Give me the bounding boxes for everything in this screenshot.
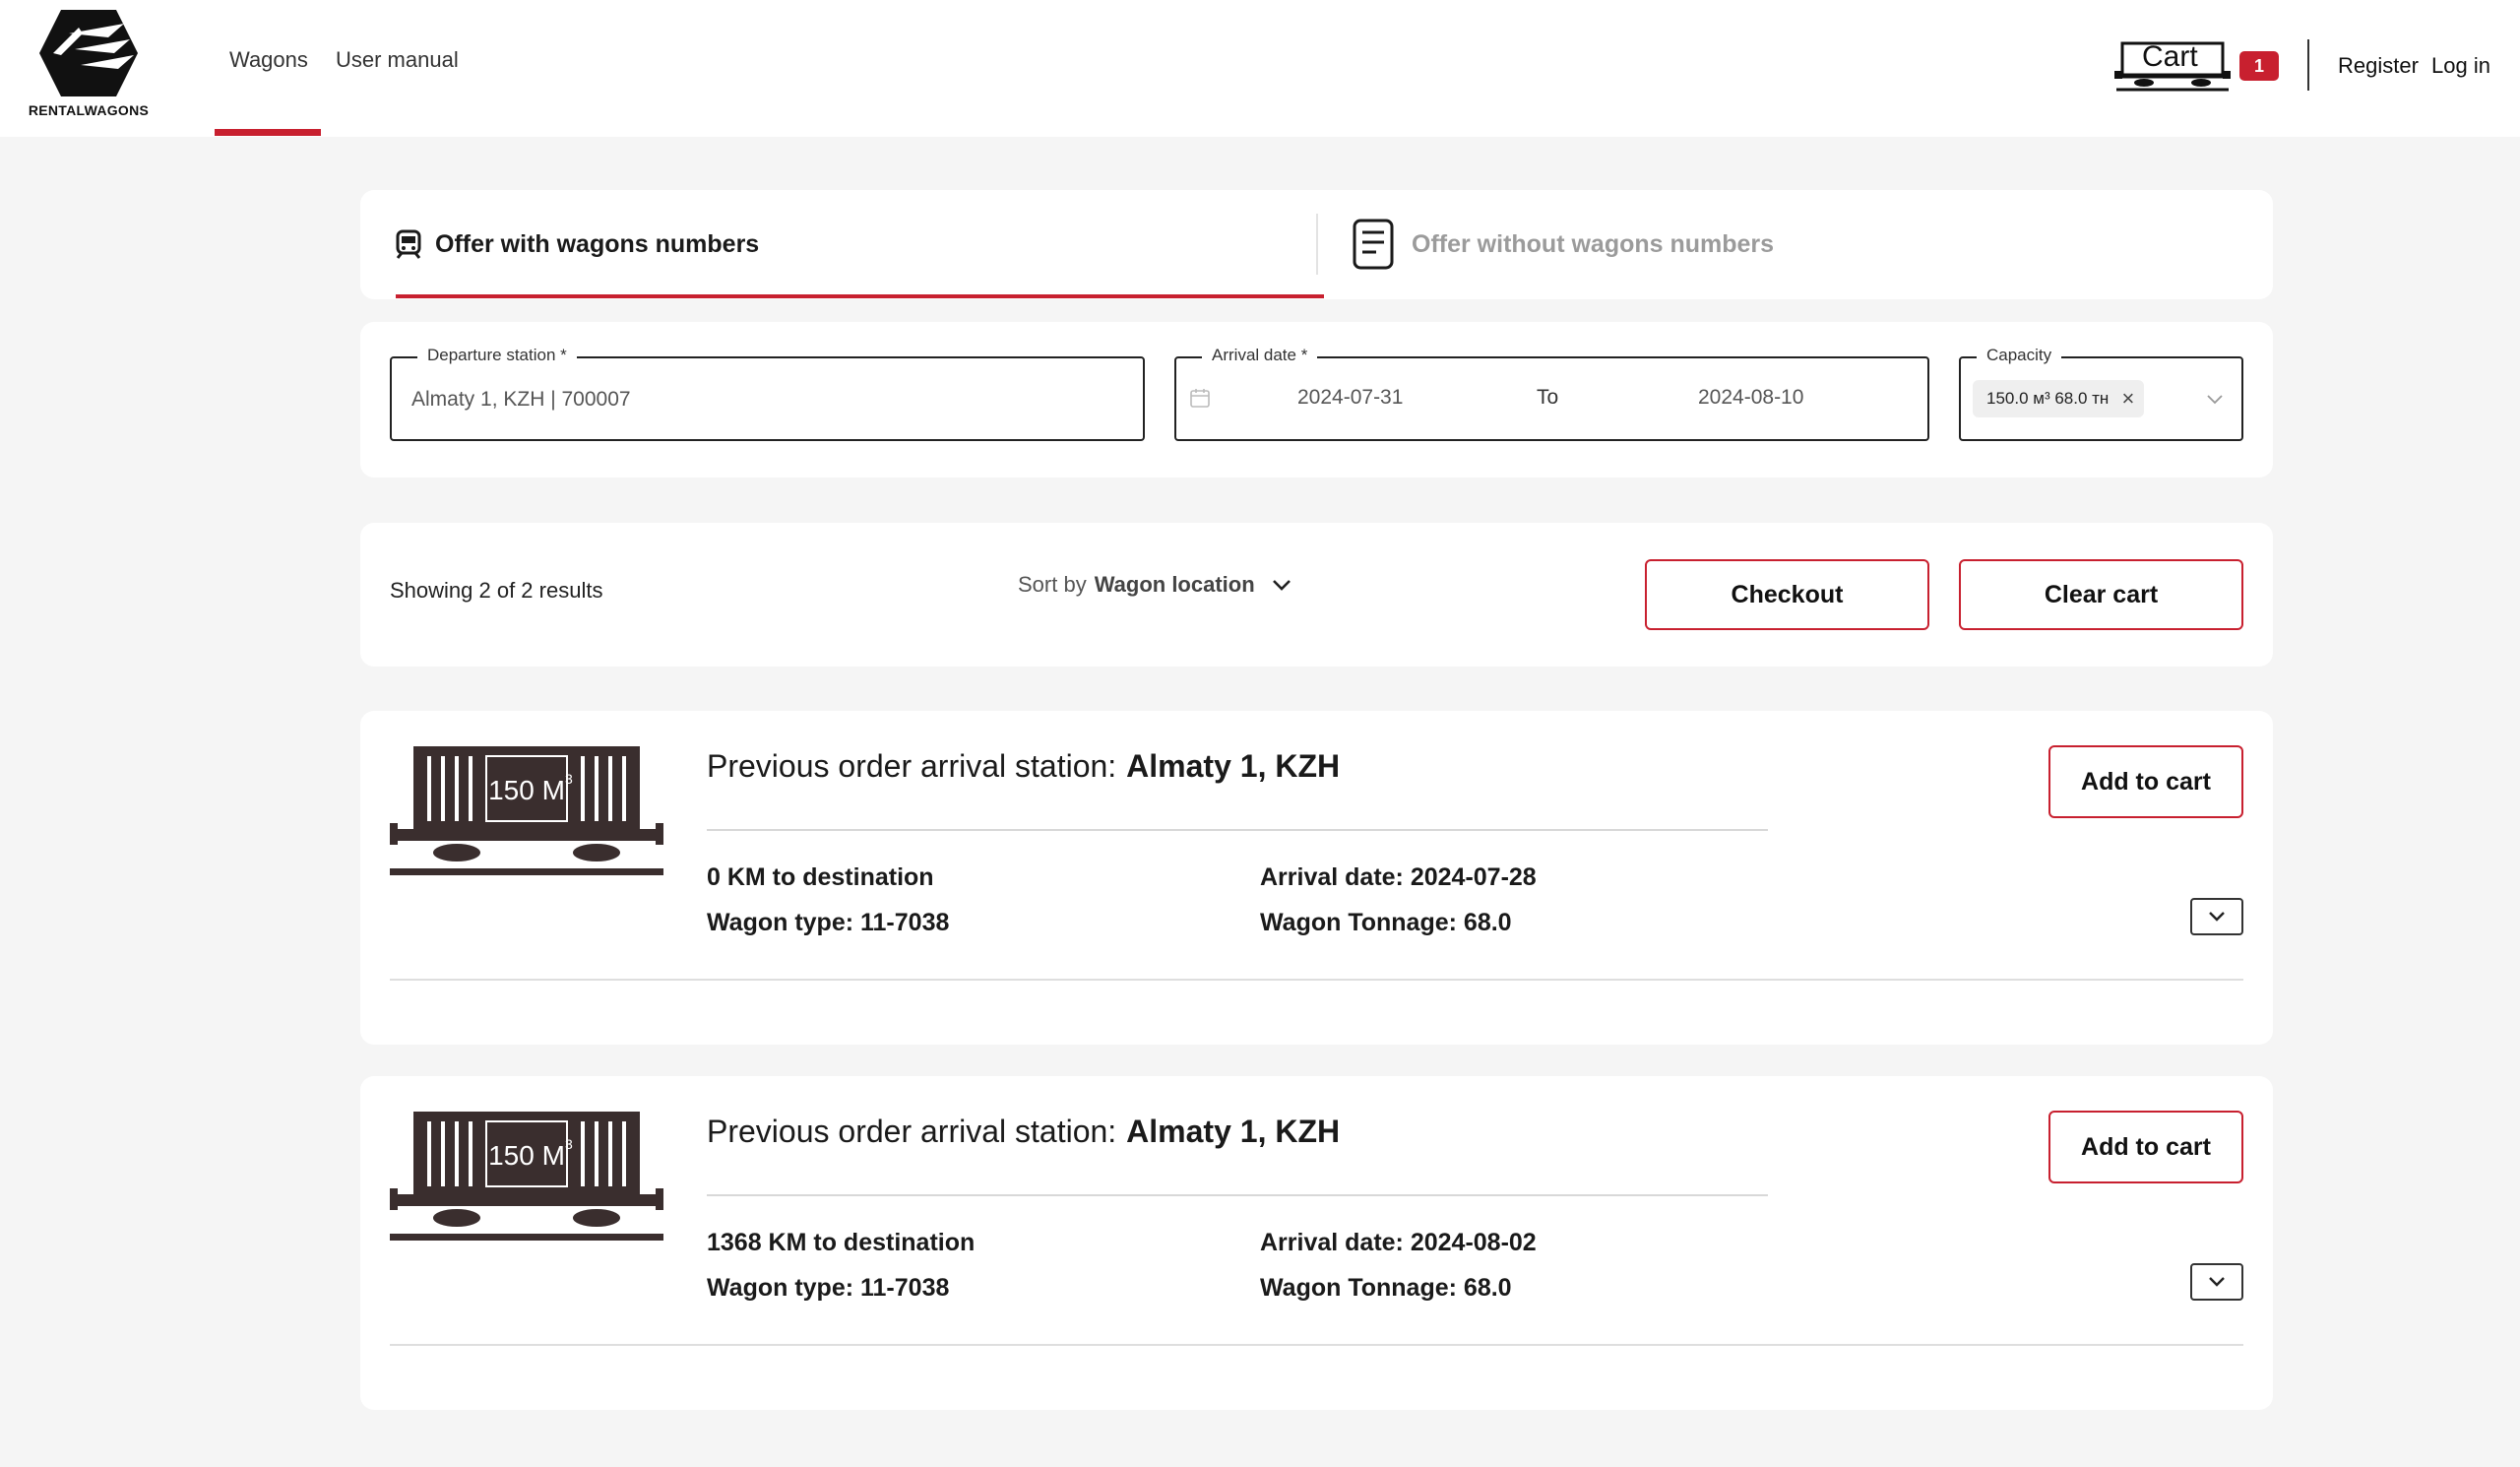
add-to-cart-button[interactable]: Add to cart xyxy=(2048,745,2243,818)
document-icon xyxy=(1353,219,1394,270)
nav-active-indicator xyxy=(215,129,321,136)
tab-offer-with-numbers-label: Offer with wagons numbers xyxy=(435,229,760,258)
wagon-icon: 150 M 3 xyxy=(390,746,663,875)
departure-station-value: Almaty 1, KZH | 700007 xyxy=(411,388,631,411)
capacity-select[interactable]: Capacity 150.0 м³ 68.0 тн × xyxy=(1959,346,2243,441)
clear-cart-button[interactable]: Clear cart xyxy=(1959,559,2243,630)
close-icon[interactable]: × xyxy=(2121,380,2134,417)
checkout-button[interactable]: Checkout xyxy=(1645,559,1929,630)
cart-button[interactable]: Cart xyxy=(2114,37,2231,93)
offer-distance: 0 KM to destination xyxy=(707,863,934,891)
tab-divider xyxy=(1316,214,1318,275)
login-link[interactable]: Log in xyxy=(2431,53,2490,79)
offer-divider xyxy=(707,1194,1768,1196)
train-icon xyxy=(396,229,421,259)
chevron-down-icon xyxy=(2209,1277,2225,1287)
arrival-date-to[interactable]: 2024-08-10 xyxy=(1698,386,1803,410)
offer-wagon-type: Wagon type: 11-7038 xyxy=(707,909,950,936)
calendar-icon xyxy=(1190,389,1210,408)
capacity-chip-label: 150.0 м³ 68.0 тн xyxy=(1986,389,2110,408)
sort-value: Wagon location xyxy=(1094,572,1255,597)
departure-station-label: Departure station * xyxy=(417,346,577,365)
offer-station: Almaty 1, KZH xyxy=(1126,748,1341,784)
sort-prefix: Sort by xyxy=(1018,572,1087,597)
offer-title: Previous order arrival station: Almaty 1,… xyxy=(707,1114,1340,1150)
expand-details-button[interactable] xyxy=(2190,1263,2243,1301)
header-divider xyxy=(2307,39,2309,91)
nav-user-manual[interactable]: User manual xyxy=(336,47,459,73)
offer-tonnage: Wagon Tonnage: 68.0 xyxy=(1260,909,1512,936)
chevron-down-icon xyxy=(2207,395,2223,405)
arrival-date-to-label: To xyxy=(1537,386,1559,409)
tab-active-indicator xyxy=(396,294,1324,298)
arrival-date-field[interactable]: Arrival date * 2024-07-31 To 2024-08-10 xyxy=(1174,346,1929,441)
svg-text:3: 3 xyxy=(565,1136,573,1152)
arrival-date-label: Arrival date * xyxy=(1202,346,1318,365)
nav-wagons[interactable]: Wagons xyxy=(229,47,308,73)
brand-logo[interactable]: RENTALWAGONS xyxy=(28,10,150,120)
departure-station-field[interactable]: Departure station * Almaty 1, KZH | 7000… xyxy=(390,346,1145,441)
chevron-down-icon xyxy=(2209,912,2225,922)
svg-text:3: 3 xyxy=(565,771,573,787)
chevron-down-icon xyxy=(1272,580,1291,591)
offer-card: 150 M 3 Previous order arrival station: A… xyxy=(360,1076,2273,1410)
offer-wagon-type: Wagon type: 11-7038 xyxy=(707,1274,950,1302)
cart-label: Cart xyxy=(2142,40,2198,73)
offer-arrival-date: Arrival date: 2024-08-02 xyxy=(1260,1229,1537,1256)
offer-bottom-divider xyxy=(390,1344,2243,1346)
tab-offer-without-numbers[interactable]: Offer without wagons numbers xyxy=(1353,190,1774,298)
offer-card: 150 M 3 Previous order arrival station: A… xyxy=(360,711,2273,1045)
sort-dropdown[interactable]: Sort by Wagon location xyxy=(1018,572,1292,598)
offer-bottom-divider xyxy=(390,979,2243,981)
cart-count-badge: 1 xyxy=(2239,51,2279,81)
capacity-label: Capacity xyxy=(1977,346,2062,365)
offer-tabs: Offer with wagons numbers Offer without … xyxy=(360,190,2273,299)
expand-details-button[interactable] xyxy=(2190,898,2243,935)
logo-icon xyxy=(39,10,138,96)
offer-tonnage: Wagon Tonnage: 68.0 xyxy=(1260,1274,1512,1302)
arrival-date-from[interactable]: 2024-07-31 xyxy=(1297,386,1403,410)
filters-panel: Departure station * Almaty 1, KZH | 7000… xyxy=(360,322,2273,478)
brand-name: RENTALWAGONS xyxy=(28,102,150,118)
register-link[interactable]: Register xyxy=(2338,53,2419,79)
site-header: RENTALWAGONS Wagons User manual Cart 1 R… xyxy=(0,0,2520,137)
add-to-cart-button[interactable]: Add to cart xyxy=(2048,1111,2243,1183)
tab-offer-with-numbers[interactable]: Offer with wagons numbers xyxy=(396,190,759,298)
offer-station: Almaty 1, KZH xyxy=(1126,1114,1341,1149)
offer-arrival-date: Arrival date: 2024-07-28 xyxy=(1260,863,1537,891)
offer-title-prefix: Previous order arrival station: xyxy=(707,748,1117,784)
offer-title-prefix: Previous order arrival station: xyxy=(707,1114,1117,1149)
results-toolbar: Showing 2 of 2 results Sort by Wagon loc… xyxy=(360,523,2273,667)
capacity-chip: 150.0 м³ 68.0 тн × xyxy=(1973,380,2145,417)
wagon-capacity-label: 150 M xyxy=(488,775,565,805)
wagon-icon: 150 M 3 xyxy=(390,1112,663,1241)
wagon-capacity-label: 150 M xyxy=(488,1140,565,1171)
tab-offer-without-numbers-label: Offer without wagons numbers xyxy=(1412,229,1775,258)
offer-divider xyxy=(707,829,1768,831)
results-summary: Showing 2 of 2 results xyxy=(390,578,603,603)
offer-title: Previous order arrival station: Almaty 1,… xyxy=(707,748,1340,785)
offer-distance: 1368 KM to destination xyxy=(707,1229,976,1256)
